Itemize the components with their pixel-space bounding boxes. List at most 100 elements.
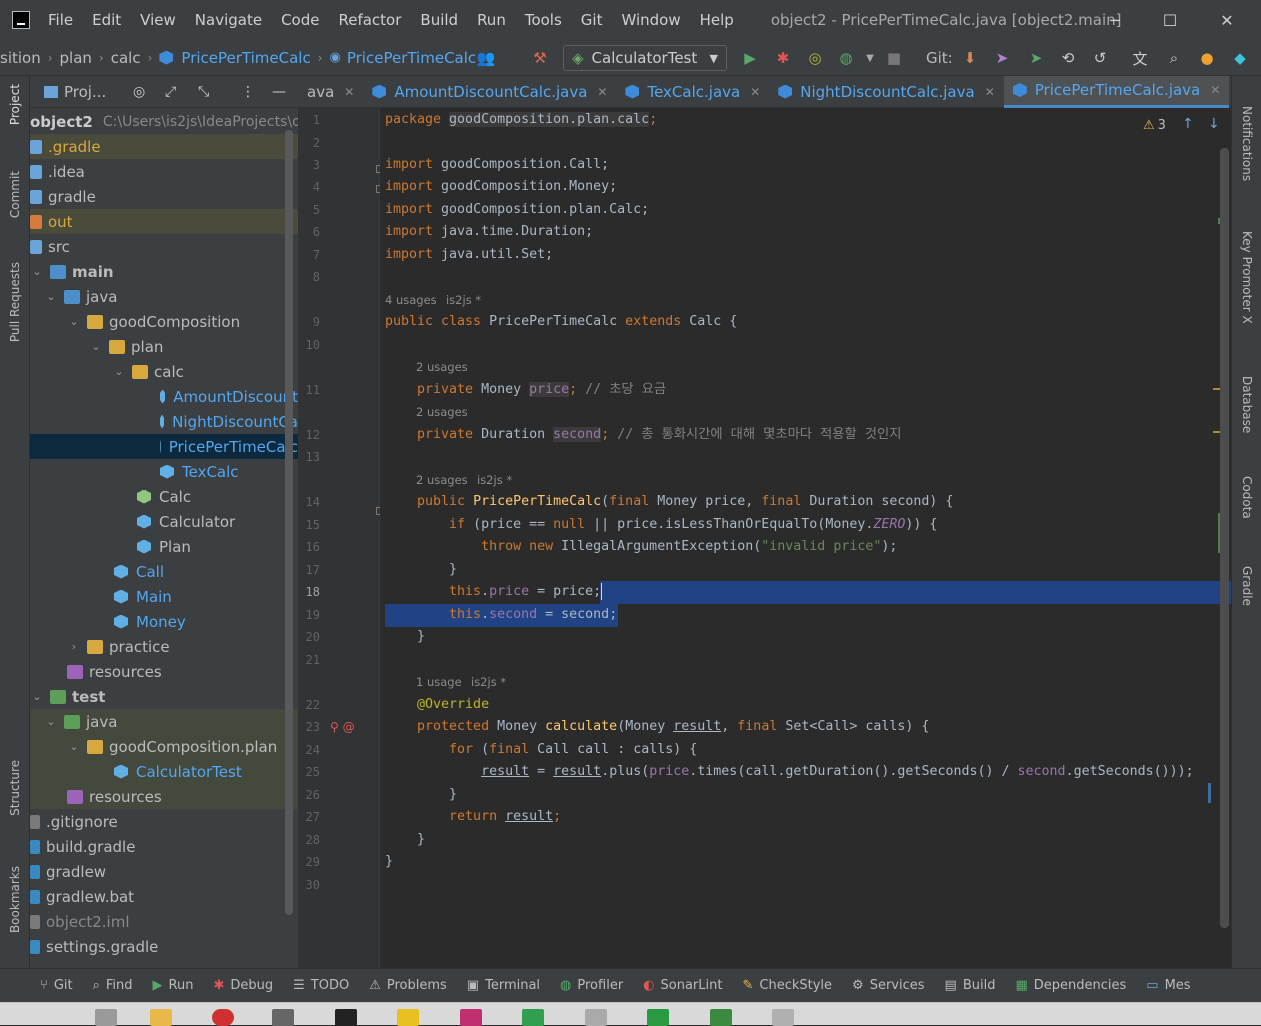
chevron-down-icon[interactable]: ⌄ xyxy=(67,315,81,328)
line-number[interactable]: 27 xyxy=(298,810,320,824)
tree-item[interactable]: ⌄ calc xyxy=(30,359,298,384)
menu-code[interactable]: Code xyxy=(281,11,319,29)
tool-build[interactable]: ▤ Build xyxy=(945,978,996,993)
line-number[interactable]: 21 xyxy=(298,653,320,667)
usages-hint[interactable]: 2 usages xyxy=(416,473,468,487)
tree-item[interactable]: ⌄ plan xyxy=(30,334,298,359)
line-number[interactable]: 10 xyxy=(298,338,320,352)
taskbar-app-icon[interactable] xyxy=(710,1009,732,1026)
menu-run[interactable]: Run xyxy=(477,11,506,29)
tree-item[interactable]: ⌄ java xyxy=(30,709,298,734)
line-number[interactable]: 17 xyxy=(298,563,320,577)
chevron-down-icon[interactable]: ⌄ xyxy=(44,715,58,728)
line-number[interactable]: 3 xyxy=(298,158,320,172)
tab-night-discount[interactable]: NightDiscountCalc.java ✕ xyxy=(769,76,1004,108)
breadcrumb-item[interactable]: plan xyxy=(60,49,92,67)
tool-commit[interactable]: Commit xyxy=(8,171,22,218)
tool-structure[interactable]: Structure xyxy=(8,760,22,816)
tool-dependencies[interactable]: ▦ Dependencies xyxy=(1015,978,1126,993)
taskbar-app-icon[interactable] xyxy=(150,1009,172,1026)
update-icon[interactable]: ● xyxy=(1197,48,1217,68)
line-number[interactable]: 12 xyxy=(298,428,320,442)
tab-amount-discount[interactable]: AmountDiscountCalc.java ✕ xyxy=(363,76,616,108)
tree-item[interactable]: › practice xyxy=(30,634,298,659)
line-number[interactable]: 18 xyxy=(298,585,320,599)
next-highlight-icon[interactable]: ↓ xyxy=(1208,116,1220,132)
tree-item[interactable]: .idea xyxy=(30,159,298,184)
chevron-down-icon[interactable]: ⌄ xyxy=(30,265,44,278)
run-icon[interactable]: ▶ xyxy=(740,48,760,68)
stop-icon[interactable]: ■ xyxy=(884,48,904,68)
menu-build[interactable]: Build xyxy=(420,11,458,29)
line-number[interactable]: 23 xyxy=(298,720,320,734)
chevron-down-icon[interactable]: ⌄ xyxy=(30,690,44,703)
author-hint[interactable]: is2js * xyxy=(477,473,512,487)
line-number[interactable]: 24 xyxy=(298,743,320,757)
breadcrumb-member[interactable]: ◉ PricePerTimeCalc xyxy=(330,49,477,67)
options-icon[interactable]: ⋮ xyxy=(241,84,255,100)
tree-item[interactable]: ⌄ java xyxy=(30,284,298,309)
line-number[interactable]: 5 xyxy=(298,203,320,217)
git-update-icon[interactable]: ⬇ xyxy=(960,48,980,68)
line-number[interactable]: 25 xyxy=(298,765,320,779)
tool-todo[interactable]: ☰ TODO xyxy=(293,978,349,993)
line-number[interactable]: 30 xyxy=(298,878,320,892)
line-number[interactable]: 15 xyxy=(298,518,320,532)
tool-sonarlint[interactable]: ◐ SonarLint xyxy=(643,978,722,993)
tree-item[interactable]: settings.gradle xyxy=(30,934,298,959)
tree-item[interactable]: Main xyxy=(30,584,298,609)
tree-item[interactable]: .gitignore xyxy=(30,809,298,834)
line-number[interactable]: 19 xyxy=(298,608,320,622)
tool-problems[interactable]: ⚠ Problems xyxy=(369,978,447,993)
author-hint[interactable]: is2js * xyxy=(471,675,506,689)
prev-highlight-icon[interactable]: ↑ xyxy=(1182,116,1194,132)
tree-item[interactable]: Plan xyxy=(30,534,298,559)
chevron-right-icon[interactable]: › xyxy=(67,640,81,653)
line-number[interactable]: 7 xyxy=(298,248,320,262)
menu-view[interactable]: View xyxy=(140,11,176,29)
tree-item[interactable]: gradle xyxy=(30,184,298,209)
taskbar-app-icon[interactable] xyxy=(272,1009,294,1026)
line-number[interactable]: 28 xyxy=(298,833,320,847)
tab-tex-calc[interactable]: TexCalc.java ✕ xyxy=(616,76,769,108)
users-icon[interactable]: 👥 xyxy=(476,48,496,68)
tool-services[interactable]: ⚙ Services xyxy=(852,978,924,993)
tool-codota[interactable]: Codota xyxy=(1240,476,1254,519)
tool-git[interactable]: ⑂ Git xyxy=(40,978,73,993)
tree-item[interactable]: AmountDiscount xyxy=(30,384,298,409)
translate-icon[interactable]: 文 xyxy=(1130,48,1150,68)
chevron-down-icon[interactable]: ⌄ xyxy=(44,290,58,303)
usages-hint[interactable]: 1 usage xyxy=(416,675,462,689)
git-commit-icon[interactable]: ➤ xyxy=(992,48,1012,68)
usages-hint[interactable]: 4 usages xyxy=(385,293,437,307)
breadcrumb-item[interactable]: calc xyxy=(111,49,141,67)
tree-item[interactable]: build.gradle xyxy=(30,834,298,859)
override-icon[interactable]: ⚲ @ xyxy=(330,720,355,734)
tree-item[interactable]: resources xyxy=(30,659,298,684)
usages-hint[interactable]: 2 usages xyxy=(416,405,468,419)
debug-icon[interactable]: ✱ xyxy=(773,48,793,68)
menu-navigate[interactable]: Navigate xyxy=(195,11,262,29)
more-run-icon[interactable]: ▼ xyxy=(860,48,880,68)
tool-debug[interactable]: ✱ Debug xyxy=(213,978,273,993)
line-number[interactable]: 14 xyxy=(298,495,320,509)
tab-price-per-time[interactable]: PricePerTimeCalc.java ✕ xyxy=(1003,75,1230,108)
tool-pull-requests[interactable]: Pull Requests xyxy=(8,262,22,342)
search-icon[interactable]: ⌕ xyxy=(1164,48,1184,68)
tree-item[interactable]: .gradle xyxy=(30,134,298,159)
chevron-down-icon[interactable]: ⌄ xyxy=(89,340,103,353)
locate-icon[interactable]: ◎ xyxy=(133,84,145,100)
breadcrumb-class[interactable]: PricePerTimeCalc › xyxy=(159,49,329,67)
menu-tools[interactable]: Tools xyxy=(525,11,562,29)
tool-terminal[interactable]: ▣ Terminal xyxy=(467,978,540,993)
taskbar-app-icon[interactable] xyxy=(212,1009,234,1026)
taskbar-app-icon[interactable] xyxy=(647,1009,669,1026)
tree-item[interactable]: TexCalc xyxy=(30,459,298,484)
tool-notifications[interactable]: Notifications xyxy=(1240,106,1254,181)
taskbar-app-icon[interactable] xyxy=(397,1009,419,1026)
tool-checkstyle[interactable]: ✎ CheckStyle xyxy=(742,978,832,993)
tree-item[interactable]: gradlew.bat xyxy=(30,884,298,909)
line-number[interactable]: 1 xyxy=(298,113,320,127)
tool-project[interactable]: Project xyxy=(8,84,22,125)
taskbar-app-icon[interactable] xyxy=(95,1009,117,1026)
